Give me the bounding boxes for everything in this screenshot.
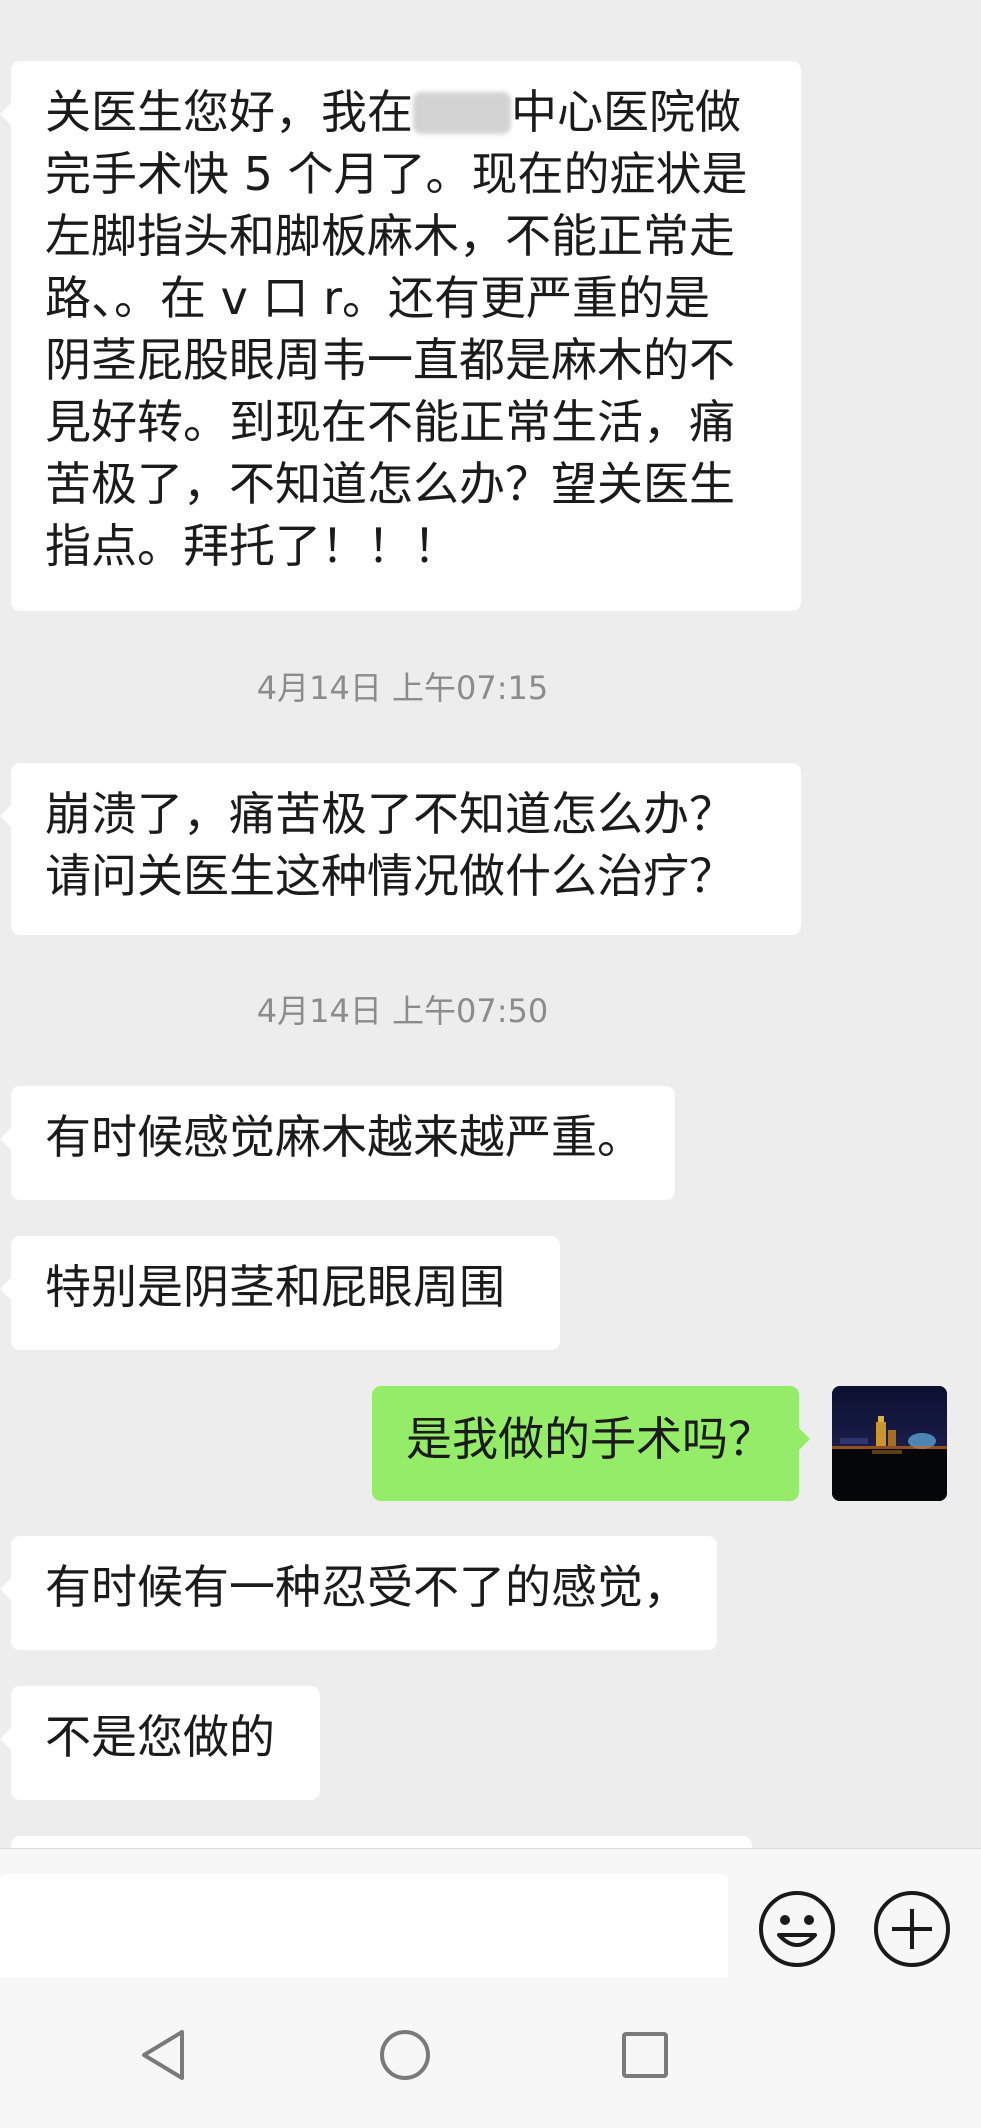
message-line: 見好转。到现在不能正常生活，痛	[45, 395, 735, 449]
incoming-message-bubble[interactable]: 有时候有一种忍受不了的感觉，	[0, 1536, 717, 1650]
message-line: 特别是阴茎和屁眼周围	[45, 1260, 505, 1314]
message-line: 崩溃了，痛苦极了不知道怎么办？	[45, 787, 735, 841]
incoming-message-bubble-partial[interactable]	[11, 1836, 752, 1848]
message-line: 路、。在 v 口 r。还有更严重的是	[45, 271, 711, 325]
redacted-text-blur	[413, 92, 511, 134]
message-line: 左脚指头和脚板麻木，不能正常走	[45, 209, 735, 263]
clipped-timestamp	[0, 0, 805, 14]
system-navigation-bar	[0, 1978, 981, 2128]
message-line: 有时候感觉麻木越来越严重。	[45, 1110, 643, 1164]
outgoing-message-bubble[interactable]: 是我做的手术吗？	[372, 1386, 810, 1501]
chat-message-list[interactable]: 关医生您好，我在 中心医院做 完手术快 5 个月了。现在的症状是 左脚指头和脚板麻…	[0, 0, 981, 1848]
message-line: 有时候有一种忍受不了的感觉，	[45, 1560, 689, 1614]
incoming-message-bubble[interactable]: 关医生您好，我在 中心医院做 完手术快 5 个月了。现在的症状是 左脚指头和脚板麻…	[0, 61, 801, 611]
emoji-icon[interactable]	[757, 1889, 837, 1969]
recents-square-icon[interactable]	[610, 2020, 680, 2090]
incoming-message-bubble[interactable]: 崩溃了，痛苦极了不知道怎么办？ 请问关医生这种情况做什么治疗？	[0, 763, 801, 935]
message-input[interactable]	[0, 1874, 728, 1984]
incoming-message-bubble[interactable]: 特别是阴茎和屁眼周围	[0, 1236, 560, 1350]
message-line: 关医生您好，我在 中心医院做	[45, 85, 741, 139]
home-circle-icon[interactable]	[370, 2020, 440, 2090]
incoming-message-bubble[interactable]: 有时候感觉麻木越来越严重。	[0, 1086, 675, 1200]
user-avatar[interactable]	[832, 1386, 947, 1501]
input-bar	[0, 1848, 981, 1984]
timestamp: 4月14日 上午07:50	[256, 992, 549, 1030]
message-line: 指点。拜托了！！！	[45, 519, 459, 573]
message-line: 是我做的手术吗？	[406, 1412, 774, 1466]
message-line: 阴茎屁股眼周韦一直都是麻木的不	[45, 333, 735, 387]
incoming-message-bubble[interactable]: 不是您做的	[0, 1686, 320, 1800]
back-triangle-icon[interactable]	[130, 2020, 200, 2090]
plus-icon[interactable]	[872, 1889, 952, 1969]
message-line: 完手术快 5 个月了。现在的症状是	[45, 147, 748, 201]
message-line: 请问关医生这种情况做什么治疗？	[45, 849, 735, 903]
night-cityscape-avatar-icon	[832, 1386, 947, 1501]
timestamp: 4月14日 上午07:15	[256, 669, 549, 707]
message-line: 不是您做的	[45, 1710, 275, 1764]
message-line: 苦极了，不知道怎么办？望关医生	[45, 457, 735, 511]
